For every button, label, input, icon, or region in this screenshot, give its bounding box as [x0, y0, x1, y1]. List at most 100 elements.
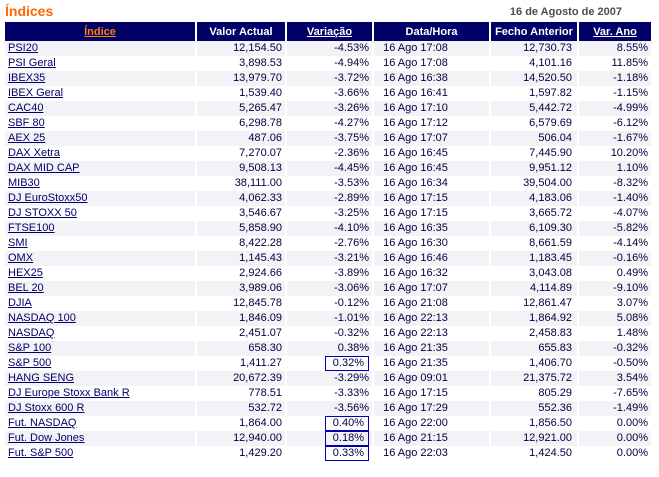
indices-table-body: PSI20 12,154.50 -4.53% 16 Ago 17:08 12,730.7…	[5, 41, 651, 461]
index-link[interactable]: PSI20	[8, 42, 38, 54]
data-hora-cell: 16 Ago 22:03	[374, 446, 489, 461]
fecho-anterior-cell: 5,442.72	[491, 101, 577, 116]
index-link[interactable]: DJ Stoxx 600 R	[8, 402, 84, 414]
data-hora-cell: 16 Ago 22:13	[374, 326, 489, 341]
variacao-cell: -2.36%	[287, 146, 372, 161]
valor-actual-cell: 532.72	[197, 401, 285, 416]
report-date: 16 de Agosto de 2007	[509, 6, 622, 18]
index-name-cell: SMI	[5, 236, 195, 251]
index-link[interactable]: BEL 20	[8, 282, 44, 294]
var-ano-cell: -1.67%	[579, 131, 651, 146]
variacao-cell: -4.10%	[287, 221, 372, 236]
fecho-anterior-cell: 39,504.00	[491, 176, 577, 191]
var-ano-cell: -1.15%	[579, 86, 651, 101]
variacao-cell: -2.89%	[287, 191, 372, 206]
index-name-cell: AEX 25	[5, 131, 195, 146]
index-link[interactable]: AEX 25	[8, 132, 45, 144]
fecho-anterior-cell: 8,661.59	[491, 236, 577, 251]
index-link[interactable]: Fut. NASDAQ	[8, 417, 76, 429]
index-name-cell: DAX MID CAP	[5, 161, 195, 176]
index-link[interactable]: PSI Geral	[8, 57, 56, 69]
index-link[interactable]: DAX Xetra	[8, 147, 60, 159]
variacao-cell: -3.66%	[287, 86, 372, 101]
table-row: DAX Xetra 7,270.07 -2.36% 16 Ago 16:45 7,445…	[5, 146, 651, 161]
index-link[interactable]: NASDAQ	[8, 327, 54, 339]
data-hora-cell: 16 Ago 09:01	[374, 371, 489, 386]
valor-actual-cell: 2,451.07	[197, 326, 285, 341]
page-title: Índices	[5, 3, 54, 19]
index-link[interactable]: HEX25	[8, 267, 43, 279]
index-name-cell: DJ EuroStoxx50	[5, 191, 195, 206]
index-name-cell: DAX Xetra	[5, 146, 195, 161]
header-var-ano-sort-link[interactable]: Var. Ano	[593, 26, 637, 38]
var-ano-cell: 8.55%	[579, 41, 651, 56]
header-variacao-sort-link[interactable]: Variação	[307, 26, 352, 38]
table-row: DJ EuroStoxx50 4,062.33 -2.89% 16 Ago 17:15…	[5, 191, 651, 206]
header-indice-sort-link[interactable]: Índice	[84, 26, 116, 38]
var-ano-cell: 1.10%	[579, 161, 651, 176]
index-link[interactable]: DAX MID CAP	[8, 162, 80, 174]
index-name-cell: Fut. Dow Jones	[5, 431, 195, 446]
valor-actual-cell: 38,111.00	[197, 176, 285, 191]
valor-actual-cell: 8,422.28	[197, 236, 285, 251]
fecho-anterior-cell: 1,597.82	[491, 86, 577, 101]
variacao-cell: -3.21%	[287, 251, 372, 266]
var-ano-cell: -8.32%	[579, 176, 651, 191]
index-name-cell: IBEX35	[5, 71, 195, 86]
data-hora-cell: 16 Ago 22:13	[374, 311, 489, 326]
index-link[interactable]: DJ EuroStoxx50	[8, 192, 87, 204]
var-ano-cell: 5.08%	[579, 311, 651, 326]
index-link[interactable]: DJ STOXX 50	[8, 207, 77, 219]
table-row: Fut. NASDAQ 1,864.00 0.40% 16 Ago 22:00 1,85…	[5, 416, 651, 431]
variacao-cell: 0.18%	[287, 431, 372, 446]
index-name-cell: MIB30	[5, 176, 195, 191]
header-fecho-anterior: Fecho Anterior	[491, 22, 577, 41]
valor-actual-cell: 1,864.00	[197, 416, 285, 431]
table-row: NASDAQ 2,451.07 -0.32% 16 Ago 22:13 2,458.83…	[5, 326, 651, 341]
index-link[interactable]: DJ Europe Stoxx Bank R	[8, 387, 130, 399]
data-hora-cell: 16 Ago 16:34	[374, 176, 489, 191]
index-link[interactable]: IBEX Geral	[8, 87, 63, 99]
valor-actual-cell: 5,858.90	[197, 221, 285, 236]
table-row: HEX25 2,924.66 -3.89% 16 Ago 16:32 3,043.08 0…	[5, 266, 651, 281]
table-row: PSI Geral 3,898.53 -4.94% 16 Ago 17:08 4,101…	[5, 56, 651, 71]
var-ano-cell: 3.07%	[579, 296, 651, 311]
index-name-cell: HEX25	[5, 266, 195, 281]
index-name-cell: DJ Europe Stoxx Bank R	[5, 386, 195, 401]
data-hora-cell: 16 Ago 17:07	[374, 131, 489, 146]
index-link[interactable]: IBEX35	[8, 72, 45, 84]
data-hora-cell: 16 Ago 21:35	[374, 341, 489, 356]
variacao-cell: -3.29%	[287, 371, 372, 386]
variacao-cell: -1.01%	[287, 311, 372, 326]
table-row: Fut. Dow Jones 12,940.00 0.18% 16 Ago 21:15…	[5, 431, 651, 446]
fecho-anterior-cell: 3,043.08	[491, 266, 577, 281]
valor-actual-cell: 12,940.00	[197, 431, 285, 446]
table-row: NASDAQ 100 1,846.09 -1.01% 16 Ago 22:13 1,86…	[5, 311, 651, 326]
index-link[interactable]: SMI	[8, 237, 28, 249]
table-row: Fut. S&P 500 1,429.20 0.33% 16 Ago 22:03 1,4…	[5, 446, 651, 461]
variacao-cell: -3.25%	[287, 206, 372, 221]
index-name-cell: NASDAQ	[5, 326, 195, 341]
valor-actual-cell: 13,979.70	[197, 71, 285, 86]
index-link[interactable]: OMX	[8, 252, 33, 264]
index-link[interactable]: NASDAQ 100	[8, 312, 76, 324]
index-link[interactable]: DJIA	[8, 297, 32, 309]
variacao-cell: -3.72%	[287, 71, 372, 86]
var-ano-cell: 0.00%	[579, 431, 651, 446]
index-link[interactable]: HANG SENG	[8, 372, 74, 384]
index-link[interactable]: Fut. S&P 500	[8, 447, 73, 459]
data-hora-cell: 16 Ago 17:10	[374, 101, 489, 116]
table-row: DJIA 12,845.78 -0.12% 16 Ago 21:08 12,861.47…	[5, 296, 651, 311]
table-row: SMI 8,422.28 -2.76% 16 Ago 16:30 8,661.59 -4.…	[5, 236, 651, 251]
index-link[interactable]: Fut. Dow Jones	[8, 432, 84, 444]
index-link[interactable]: SBF 80	[8, 117, 45, 129]
index-link[interactable]: S&P 500	[8, 357, 51, 369]
fecho-anterior-cell: 6,109.30	[491, 221, 577, 236]
index-link[interactable]: S&P 100	[8, 342, 51, 354]
index-link[interactable]: MIB30	[8, 177, 40, 189]
index-link[interactable]: FTSE100	[8, 222, 54, 234]
index-link[interactable]: CAC40	[8, 102, 43, 114]
var-ano-cell: -6.12%	[579, 116, 651, 131]
table-row: DAX MID CAP 9,508.13 -4.45% 16 Ago 16:45 9,9…	[5, 161, 651, 176]
fecho-anterior-cell: 12,921.00	[491, 431, 577, 446]
